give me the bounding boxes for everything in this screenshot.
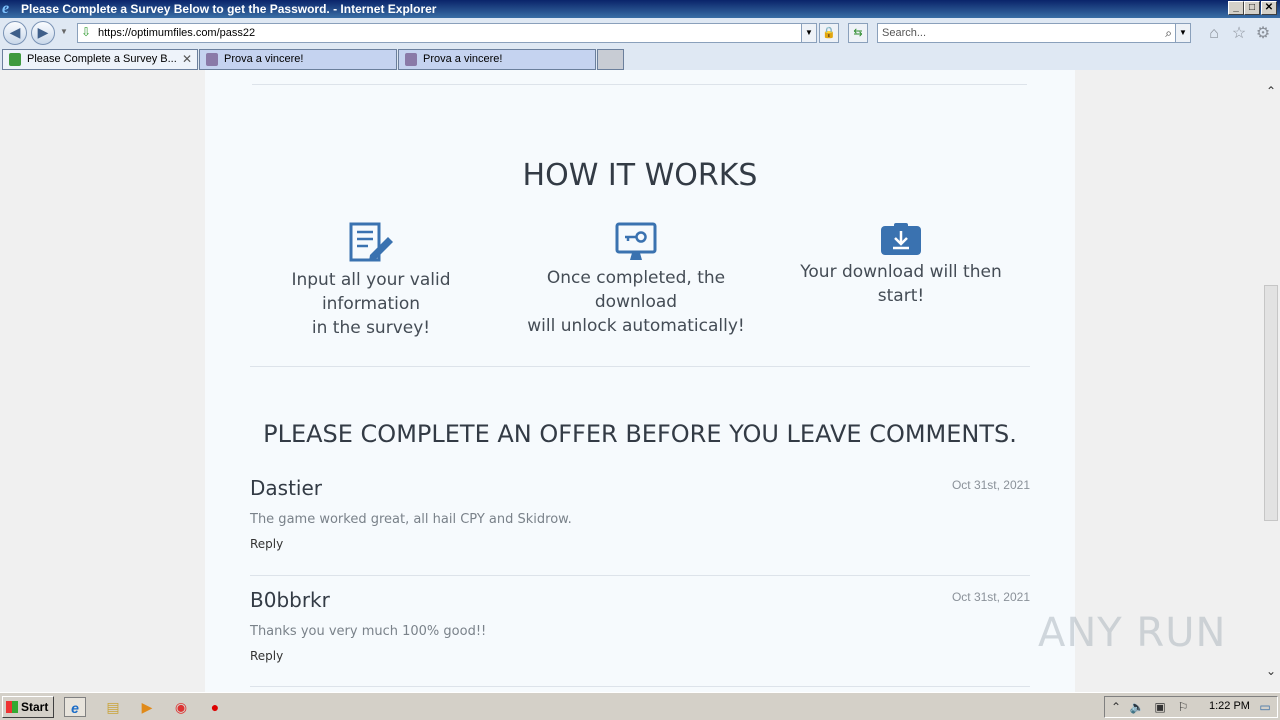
show-hidden-icons-icon[interactable]: ⌃ [1108,699,1124,715]
home-icon[interactable]: ⌂ [1205,25,1223,43]
windows-flag-icon [6,701,18,713]
anyrun-watermark: ANY RUN [1038,610,1227,656]
monitor-key-icon [615,222,657,260]
search-dropdown-icon[interactable]: ▼ [1175,24,1190,42]
comment-author: Dastier [250,476,323,500]
page-download-icon: ⇩ [81,25,92,39]
gear-icon[interactable]: ⚙ [1254,25,1272,43]
minimize-button[interactable]: _ [1228,1,1244,15]
chrome-icon[interactable]: ◉ [170,697,192,717]
lock-icon[interactable]: 🔒 [819,23,839,43]
address-url: https://optimumfiles.com/pass22 [98,27,256,39]
taskbar: Start e ▤ ▶ ◉ ● ⌃ 🔈 ▣ ⚐ 1:22 PM ▭ [0,692,1280,720]
close-window-button[interactable]: ✕ [1261,1,1277,15]
volume-icon[interactable]: 🔈 [1129,699,1145,715]
divider [250,366,1030,367]
comment-body: The game worked great, all hail CPY and … [250,512,572,527]
search-input[interactable]: Search... ⌕ ▼ [877,23,1191,43]
tab-survey[interactable]: Please Complete a Survey B... ✕ [2,49,198,70]
scroll-thumb[interactable] [1264,285,1278,521]
media-player-icon[interactable]: ▶ [136,697,158,717]
comment-date: Oct 31st, 2021 [951,478,1030,492]
comment-author: B0bbrkr [250,588,330,612]
search-icon[interactable]: ⌕ [1165,24,1172,42]
system-tray: ⌃ 🔈 ▣ ⚐ 1:22 PM ▭ [1104,696,1278,718]
close-tab-icon[interactable]: ✕ [182,50,192,69]
address-bar[interactable]: ⇩ https://optimumfiles.com/pass22 ▼ [77,23,817,43]
refresh-icon[interactable]: ⇆ [848,23,868,43]
step-text-line1: Once completed, the download [546,268,726,312]
tab-label: Prova a vincere! [224,53,304,65]
tab-prova-2[interactable]: Prova a vincere! [398,49,596,70]
vertical-scrollbar[interactable]: ⌃ ⌄ [1262,70,1280,692]
step-survey: Input all your valid information in the … [246,222,496,340]
step-text-line1: Input all your valid information [291,270,451,314]
download-box-icon [881,223,921,255]
step-text-line2: in the survey! [311,318,431,338]
comment-date: Oct 31st, 2021 [951,590,1030,604]
step-text-line1: Your download will then start! [800,262,1002,306]
new-tab-button[interactable] [597,49,624,70]
navigation-bar: ◀ ▶ ▼ ⇩ https://optimumfiles.com/pass22 … [0,18,1280,48]
network-icon[interactable]: ▣ [1152,699,1168,715]
internet-explorer-icon: e [2,0,10,17]
folder-icon[interactable]: ▤ [102,697,124,717]
address-dropdown-icon[interactable]: ▼ [801,24,816,42]
start-button[interactable]: Start [2,696,54,718]
comment-item: B0bbrkr Oct 31st, 2021 Thanks you very m… [250,588,1030,663]
forward-button[interactable]: ▶ [31,21,55,45]
clock: 1:22 PM [1209,700,1250,712]
step-unlock: Once completed, the download will unlock… [511,222,761,338]
search-placeholder: Search... [882,27,927,39]
favorites-star-icon[interactable]: ☆ [1230,25,1248,43]
start-label: Start [21,700,49,714]
download-favicon-icon [9,53,21,66]
divider [250,575,1030,576]
divider [252,84,1027,85]
tab-label: Please Complete a Survey B... [27,53,177,65]
step-text-line2: will unlock automatically! [527,316,745,336]
scroll-down-icon[interactable]: ⌄ [1262,662,1280,680]
reply-link[interactable]: Reply [250,649,1030,663]
page-content: HOW IT WORKS Input all your valid inform… [205,70,1075,692]
how-it-works-heading: HOW IT WORKS [522,158,758,193]
divider [250,686,1030,687]
window-titlebar: e Please Complete a Survey Below to get … [0,0,1280,18]
edit-document-icon [349,222,393,262]
window-title: Please Complete a Survey Below to get th… [21,2,437,16]
opera-icon[interactable]: ● [204,697,226,717]
step-download: Your download will then start! [776,222,1026,308]
comment-body: Thanks you very much 100% good!! [250,624,487,639]
back-button[interactable]: ◀ [3,21,27,45]
page-favicon-icon [405,53,417,66]
page-viewport: HOW IT WORKS Input all your valid inform… [0,70,1262,692]
show-desktop-icon[interactable]: ▭ [1257,699,1273,715]
tab-label: Prova a vincere! [423,53,503,65]
recent-pages-dropdown-icon[interactable]: ▼ [60,27,68,36]
page-favicon-icon [206,53,218,66]
action-center-flag-icon[interactable]: ⚐ [1175,699,1191,715]
scroll-up-icon[interactable]: ⌃ [1262,82,1280,100]
tab-prova-1[interactable]: Prova a vincere! [199,49,397,70]
reply-link[interactable]: Reply [250,537,1030,551]
comment-item: Dastier Oct 31st, 2021 The game worked g… [250,476,1030,551]
maximize-button[interactable]: □ [1244,1,1260,15]
internet-explorer-taskbar-icon[interactable]: e [64,697,86,717]
tab-bar: Please Complete a Survey B... ✕ Prova a … [0,48,1280,70]
comments-heading: PLEASE COMPLETE AN OFFER BEFORE YOU LEAV… [263,420,1017,448]
